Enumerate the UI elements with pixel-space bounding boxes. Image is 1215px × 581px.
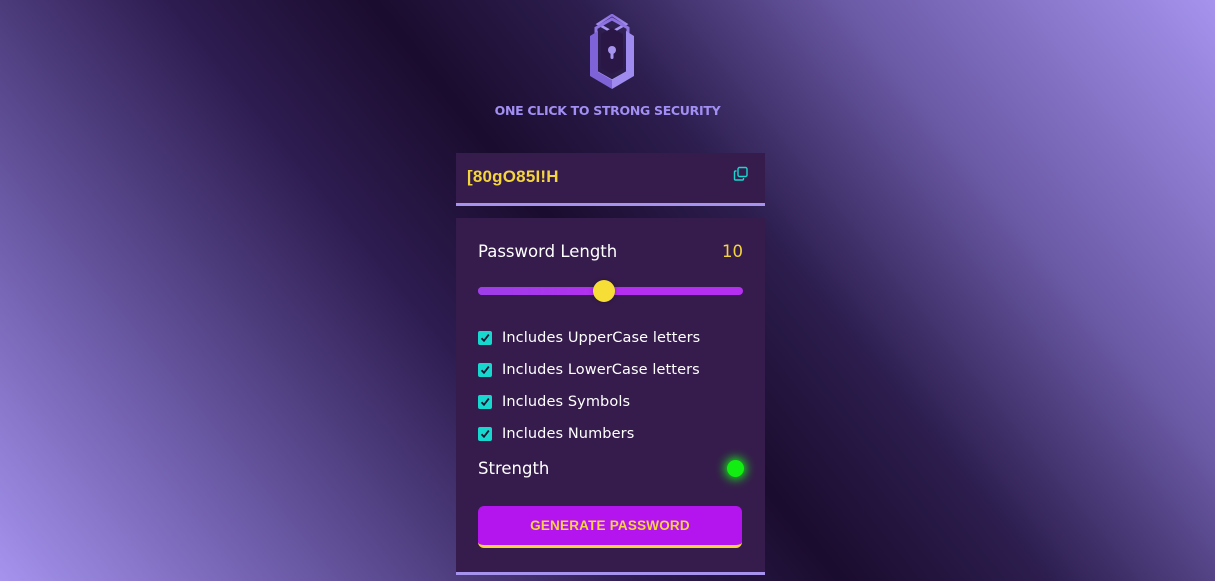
password-output[interactable]: [80gO85I!H — [467, 167, 559, 187]
slider-thumb[interactable] — [592, 280, 615, 302]
lowercase-checkbox[interactable] — [478, 363, 492, 377]
length-label: Password Length — [478, 242, 618, 261]
numbers-checkbox[interactable] — [478, 427, 492, 441]
length-slider[interactable] — [478, 280, 743, 302]
tagline: ONE CLICK TO STRONG SECURITY — [494, 103, 721, 118]
length-value: 10 — [722, 242, 743, 261]
strength-label: Strength — [478, 459, 550, 478]
checkmark-icon — [480, 334, 490, 343]
strength-row: Strength — [478, 459, 744, 478]
numbers-label: Includes Numbers — [502, 426, 635, 442]
copy-icon[interactable] — [733, 166, 749, 182]
symbols-label: Includes Symbols — [502, 394, 631, 410]
settings-panel: Password Length 10 Includes UpperCase le… — [456, 218, 765, 575]
option-symbols[interactable]: Includes Symbols — [478, 386, 700, 418]
lock-shield-logo — [588, 13, 636, 90]
checkmark-icon — [480, 398, 490, 407]
generate-password-label: GENERATE PASSWORD — [530, 518, 690, 533]
uppercase-checkbox[interactable] — [478, 331, 492, 345]
lowercase-label: Includes LowerCase letters — [502, 362, 700, 378]
checkmark-icon — [480, 366, 490, 375]
symbols-checkbox[interactable] — [478, 395, 492, 409]
password-display: [80gO85I!H — [456, 153, 765, 206]
uppercase-label: Includes UpperCase letters — [502, 330, 701, 346]
slider-fill — [478, 287, 604, 295]
options-list: Includes UpperCase letters Includes Lowe… — [478, 322, 700, 450]
checkmark-icon — [480, 430, 490, 439]
strength-indicator — [727, 460, 744, 477]
length-row: Password Length 10 — [478, 242, 743, 261]
option-lowercase[interactable]: Includes LowerCase letters — [478, 354, 700, 386]
option-numbers[interactable]: Includes Numbers — [478, 418, 700, 450]
generate-password-button[interactable]: GENERATE PASSWORD — [478, 506, 742, 548]
option-uppercase[interactable]: Includes UpperCase letters — [478, 322, 700, 354]
